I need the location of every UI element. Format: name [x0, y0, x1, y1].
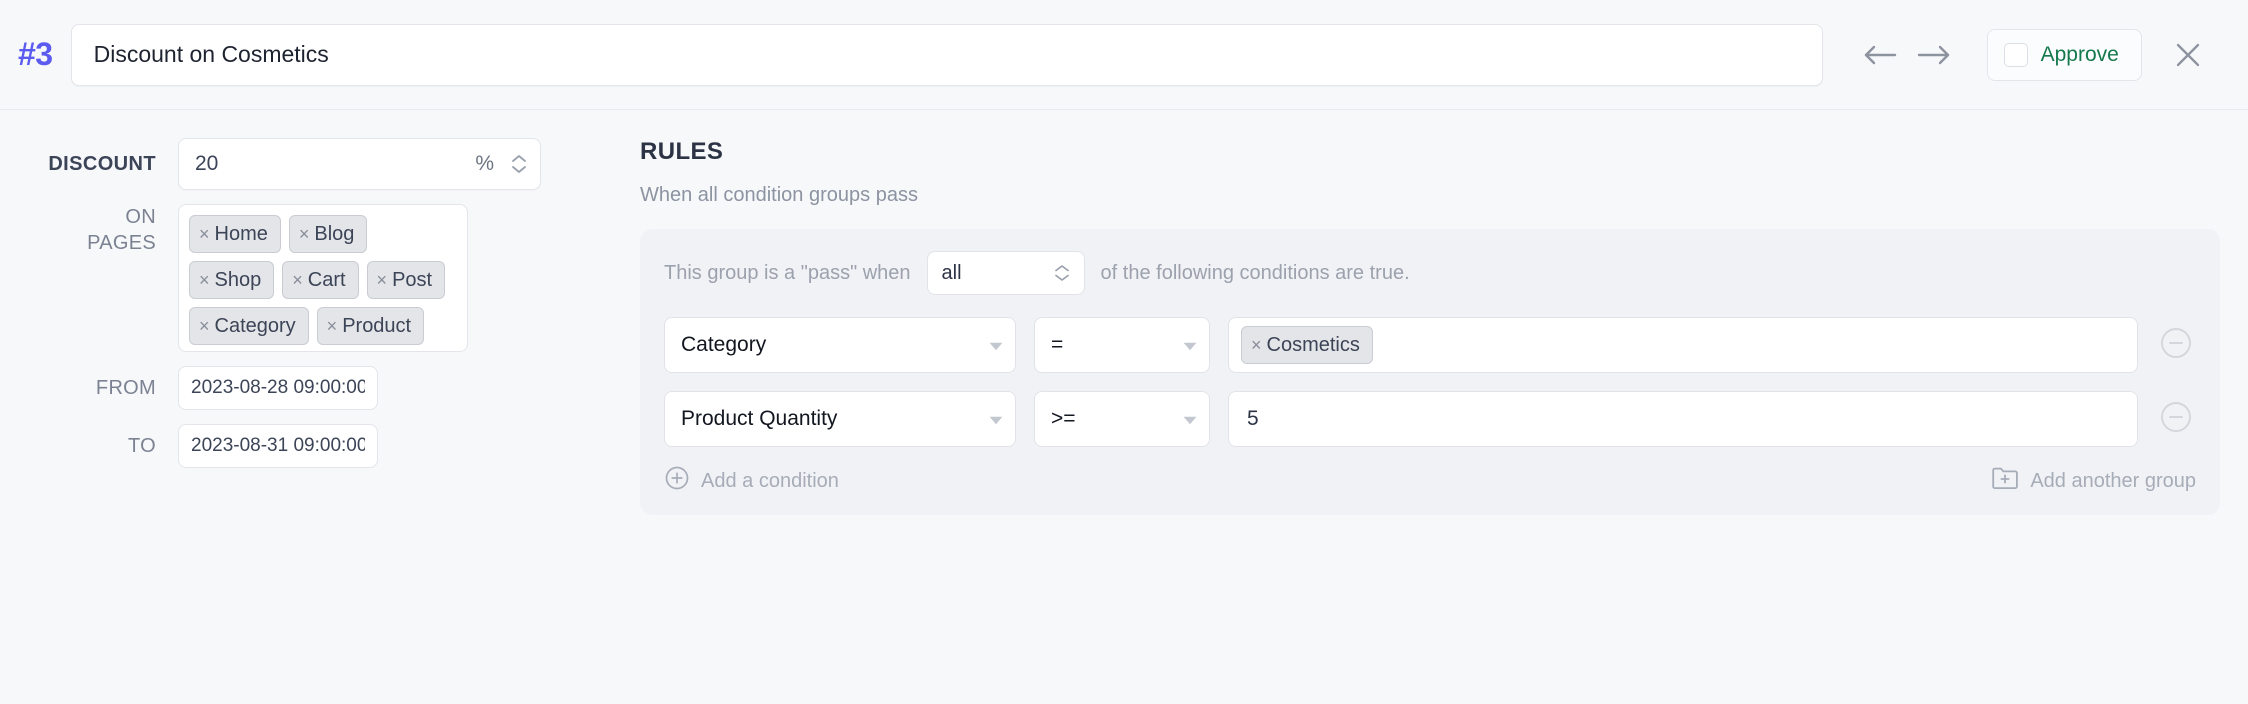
- rules-subtitle: When all condition groups pass: [640, 184, 2220, 207]
- chevron-updown-icon: [1054, 264, 1070, 282]
- condition-group-footer: Add a condition Add another group: [664, 465, 2196, 497]
- tag-remove-icon[interactable]: ×: [199, 317, 210, 335]
- to-date-input[interactable]: [178, 424, 378, 468]
- page-tag[interactable]: × Cart: [282, 261, 358, 299]
- add-group-label: Add another group: [2030, 470, 2196, 493]
- page-tag-label: Shop: [215, 268, 262, 292]
- page-tag-label: Home: [215, 222, 268, 246]
- group-prefix-text: This group is a "pass" when: [664, 262, 911, 285]
- plus-circle-icon: [664, 465, 690, 497]
- from-date-input[interactable]: [178, 366, 378, 410]
- discount-label: DISCOUNT: [0, 151, 178, 177]
- left-fields-column: DISCOUNT % ON PAGES ×Home×Blog×Shop×Cart…: [0, 110, 640, 482]
- discount-row: DISCOUNT %: [0, 138, 640, 190]
- title-input[interactable]: [71, 24, 1823, 86]
- page-tag-label: Product: [342, 314, 411, 338]
- tag-remove-icon[interactable]: ×: [299, 225, 310, 243]
- add-condition-label: Add a condition: [701, 470, 839, 493]
- approve-button[interactable]: Approve: [1987, 29, 2142, 81]
- condition-value-input[interactable]: [1241, 407, 2125, 431]
- on-pages-tag-input[interactable]: ×Home×Blog×Shop×Cart×Post×Category×Produ…: [178, 204, 468, 352]
- from-row: FROM: [0, 366, 640, 410]
- page-tag[interactable]: × Home: [189, 215, 281, 253]
- from-label: FROM: [0, 375, 178, 401]
- arrow-right-icon[interactable]: [1911, 32, 1957, 78]
- page-tag-label: Blog: [314, 222, 354, 246]
- page-tag[interactable]: ×Product: [317, 307, 424, 345]
- on-pages-label-line1: ON: [0, 204, 156, 230]
- condition-group-header: This group is a "pass" when all of the f…: [664, 251, 2196, 295]
- condition-operator-value: >=: [1051, 407, 1076, 431]
- chevron-down-icon: [989, 407, 1003, 431]
- remove-condition-button[interactable]: [2156, 325, 2196, 365]
- tag-remove-icon[interactable]: ×: [327, 317, 338, 335]
- condition-row: Category = × Cosmetics: [664, 317, 2196, 373]
- to-row: TO: [0, 424, 640, 468]
- group-suffix-text: of the following conditions are true.: [1101, 262, 1410, 285]
- minus-circle-icon: [2159, 400, 2193, 439]
- discount-field[interactable]: %: [178, 138, 541, 190]
- page-tag-label: Post: [392, 268, 432, 292]
- arrow-left-icon[interactable]: [1857, 32, 1903, 78]
- chevron-down-icon: [989, 333, 1003, 357]
- page-tag[interactable]: × Shop: [189, 261, 274, 299]
- approve-label: Approve: [2041, 43, 2119, 67]
- tag-remove-icon[interactable]: ×: [292, 271, 303, 289]
- remove-condition-button[interactable]: [2156, 399, 2196, 439]
- page-header: #3 Approve: [0, 0, 2248, 110]
- on-pages-label-line2: PAGES: [0, 230, 156, 256]
- add-condition-button[interactable]: Add a condition: [664, 465, 839, 497]
- condition-field-value: Category: [681, 333, 766, 357]
- rules-column: RULES When all condition groups pass Thi…: [640, 110, 2248, 515]
- on-pages-label: ON PAGES: [0, 204, 178, 256]
- condition-field-select[interactable]: Product Quantity: [664, 391, 1016, 447]
- discount-input[interactable]: [179, 139, 429, 189]
- rules-heading: RULES: [640, 138, 2220, 166]
- condition-field-value: Product Quantity: [681, 407, 837, 431]
- match-type-value: all: [942, 262, 962, 285]
- minus-circle-icon: [2159, 326, 2193, 365]
- page-tag[interactable]: × Category: [189, 307, 309, 345]
- condition-operator-select[interactable]: >=: [1034, 391, 1210, 447]
- page-tag[interactable]: ×Blog: [289, 215, 368, 253]
- condition-value-field[interactable]: [1228, 391, 2138, 447]
- condition-operator-select[interactable]: =: [1034, 317, 1210, 373]
- condition-value-tag-label: Cosmetics: [1267, 333, 1360, 357]
- tag-remove-icon[interactable]: ×: [199, 225, 210, 243]
- condition-field-select[interactable]: Category: [664, 317, 1016, 373]
- condition-value-field[interactable]: × Cosmetics: [1228, 317, 2138, 373]
- on-pages-row: ON PAGES ×Home×Blog×Shop×Cart×Post×Categ…: [0, 204, 640, 352]
- condition-row: Product Quantity >=: [664, 391, 2196, 447]
- record-navigation: [1857, 32, 1957, 78]
- add-group-button[interactable]: Add another group: [1991, 465, 2196, 497]
- tag-remove-icon[interactable]: ×: [377, 271, 388, 289]
- to-label: TO: [0, 433, 178, 459]
- tag-remove-icon[interactable]: ×: [1251, 336, 1262, 354]
- chevron-down-icon: [1183, 333, 1197, 357]
- condition-group: This group is a "pass" when all of the f…: [640, 229, 2220, 515]
- condition-value-tag[interactable]: × Cosmetics: [1241, 326, 1373, 364]
- page-tag[interactable]: ×Post: [367, 261, 446, 299]
- match-type-select[interactable]: all: [927, 251, 1085, 295]
- page-tag-label: Cart: [308, 268, 346, 292]
- tag-remove-icon[interactable]: ×: [199, 271, 210, 289]
- percent-sign: %: [475, 152, 494, 176]
- conditions-list: Category = × Cosmetics Product Quantity >=: [664, 317, 2196, 447]
- record-id: #3: [18, 36, 53, 73]
- page-tag-label: Category: [215, 314, 296, 338]
- folder-plus-icon: [1991, 465, 2019, 497]
- editor-body: DISCOUNT % ON PAGES ×Home×Blog×Shop×Cart…: [0, 110, 2248, 704]
- condition-operator-value: =: [1051, 333, 1063, 357]
- discount-stepper[interactable]: [504, 139, 534, 189]
- chevron-down-icon: [1183, 407, 1197, 431]
- approve-checkbox[interactable]: [2004, 43, 2028, 67]
- close-icon[interactable]: [2166, 33, 2210, 77]
